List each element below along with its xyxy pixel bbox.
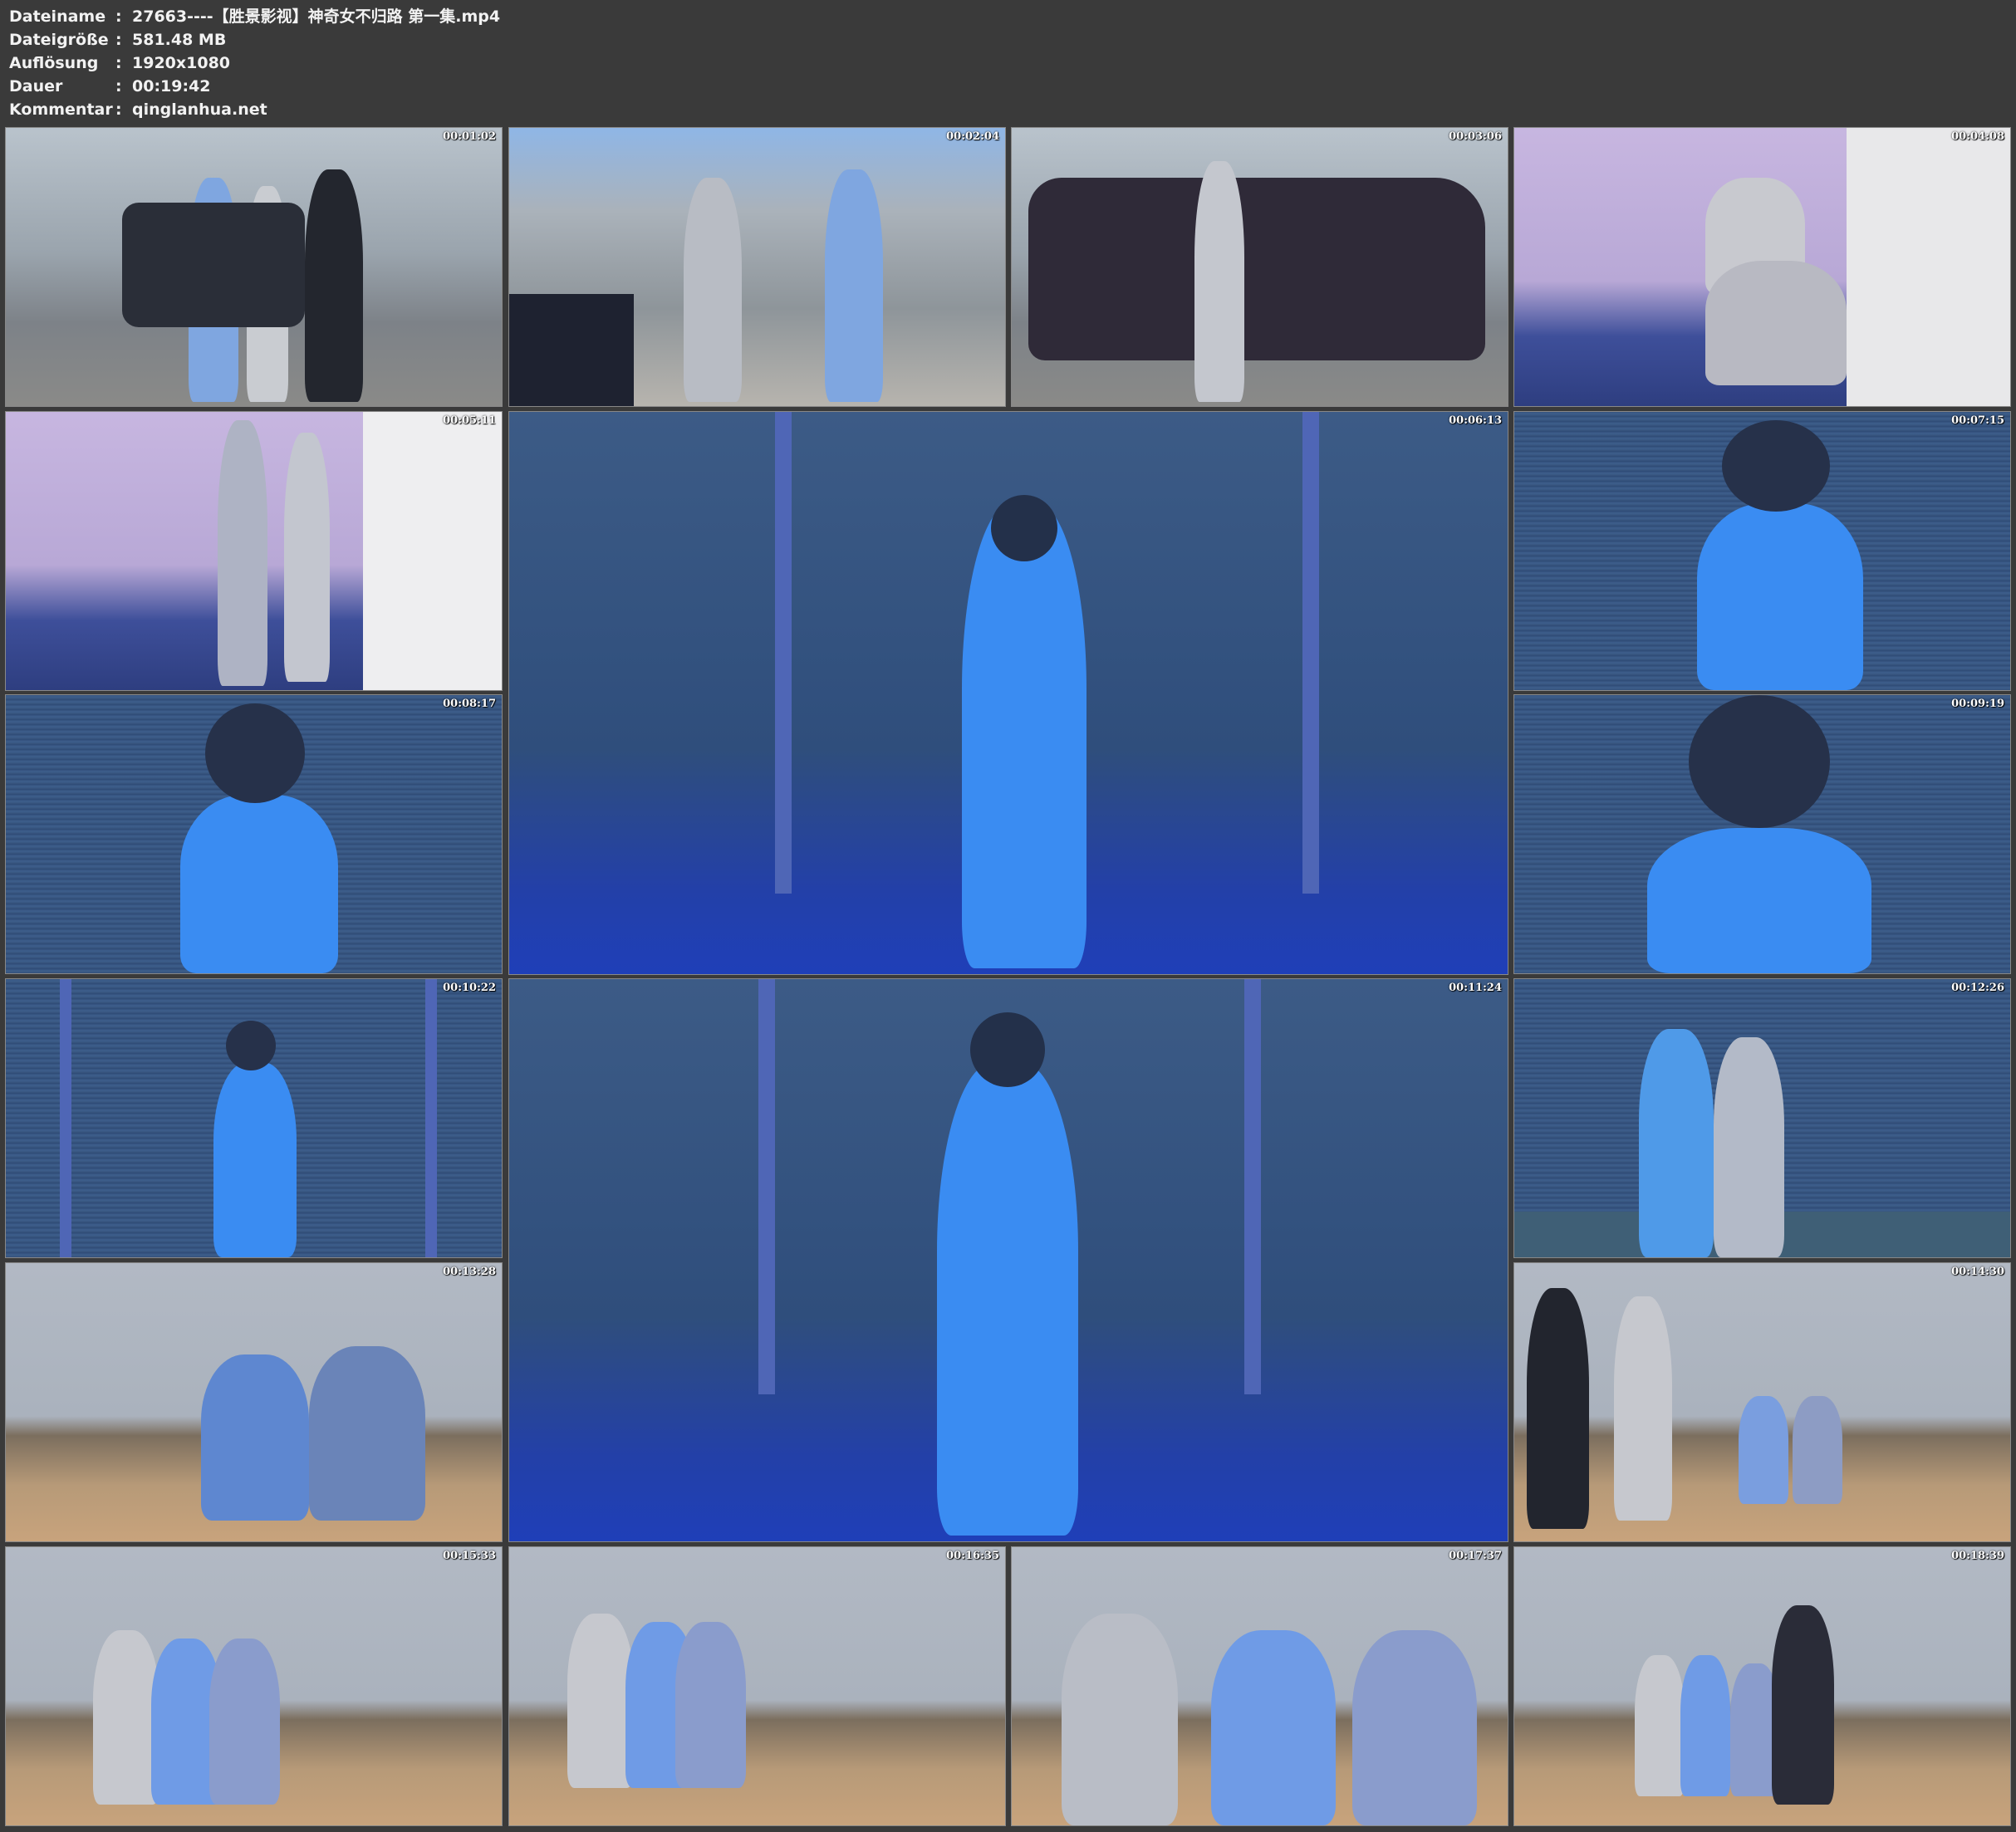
timestamp: 00:05:11	[443, 414, 496, 427]
thumbnail: 00:01:02	[5, 127, 503, 407]
timestamp: 00:03:06	[1449, 130, 1502, 143]
timestamp: 00:08:17	[443, 698, 496, 710]
timestamp: 00:02:04	[946, 130, 999, 143]
thumbnail: 00:05:11	[5, 411, 503, 691]
info-key: Kommentar	[9, 100, 113, 119]
thumbnail: 00:09:19	[1513, 694, 2011, 974]
timestamp: 00:01:02	[443, 130, 496, 143]
info-sep: :	[115, 100, 122, 119]
timestamp: 00:14:30	[1951, 1266, 2004, 1278]
timestamp: 00:09:19	[1951, 698, 2004, 710]
timestamp: 00:17:37	[1449, 1550, 1502, 1562]
thumbnail: 00:16:35	[508, 1546, 1006, 1826]
timestamp: 00:06:13	[1449, 414, 1502, 427]
info-key: Dateigröße	[9, 31, 109, 49]
thumbnail: 00:10:22	[5, 978, 503, 1258]
timestamp: 00:04:08	[1951, 130, 2004, 143]
info-row-resolution: Auflösung : 1920x1080	[9, 51, 500, 75]
timestamp: 00:07:15	[1951, 414, 2004, 427]
info-row-comment: Kommentar : qinglanhua.net	[9, 98, 500, 121]
info-key: Dauer	[9, 77, 63, 96]
info-key: Auflösung	[9, 54, 99, 72]
thumbnail: 00:03:06	[1011, 127, 1508, 407]
thumbnail: 00:15:33	[5, 1546, 503, 1826]
info-sep: :	[115, 7, 122, 26]
info-row-duration: Dauer : 00:19:42	[9, 75, 500, 98]
timestamp: 00:11:24	[1449, 982, 1502, 994]
info-value: 1920x1080	[132, 54, 231, 72]
timestamp: 00:10:22	[443, 982, 496, 994]
thumbnail: 00:14:30	[1513, 1262, 2011, 1542]
thumbnail: 00:17:37	[1011, 1546, 1508, 1826]
thumbnail: 00:08:17	[5, 694, 503, 974]
timestamp: 00:18:39	[1951, 1550, 2004, 1562]
info-key: Dateiname	[9, 7, 106, 26]
info-value: 581.48 MB	[132, 31, 227, 49]
thumbnail: 00:02:04	[508, 127, 1006, 407]
timestamp: 00:12:26	[1951, 982, 2004, 994]
info-value: 27663----【胜景影视】神奇女不归路 第一集.mp4	[132, 7, 501, 26]
info-sep: :	[115, 31, 122, 49]
info-value: 00:19:42	[132, 77, 211, 96]
thumbnail: 00:11:24	[508, 978, 1508, 1542]
info-value: qinglanhua.net	[132, 100, 267, 119]
info-row-filename: Dateiname : 27663----【胜景影视】神奇女不归路 第一集.mp…	[9, 5, 500, 28]
timestamp: 00:16:35	[946, 1550, 999, 1562]
thumbnail: 00:04:08	[1513, 127, 2011, 407]
info-sep: :	[115, 54, 122, 72]
timestamp: 00:15:33	[443, 1550, 496, 1562]
thumbnail: 00:12:26	[1513, 978, 2011, 1258]
timestamp: 00:13:28	[443, 1266, 496, 1278]
info-sep: :	[115, 77, 122, 96]
info-row-filesize: Dateigröße : 581.48 MB	[9, 28, 500, 51]
thumbnail: 00:13:28	[5, 1262, 503, 1542]
thumbnail: 00:07:15	[1513, 411, 2011, 691]
file-info: Dateiname : 27663----【胜景影视】神奇女不归路 第一集.mp…	[9, 5, 500, 121]
thumbnail: 00:18:39	[1513, 1546, 2011, 1826]
thumbnail: 00:06:13	[508, 411, 1508, 975]
